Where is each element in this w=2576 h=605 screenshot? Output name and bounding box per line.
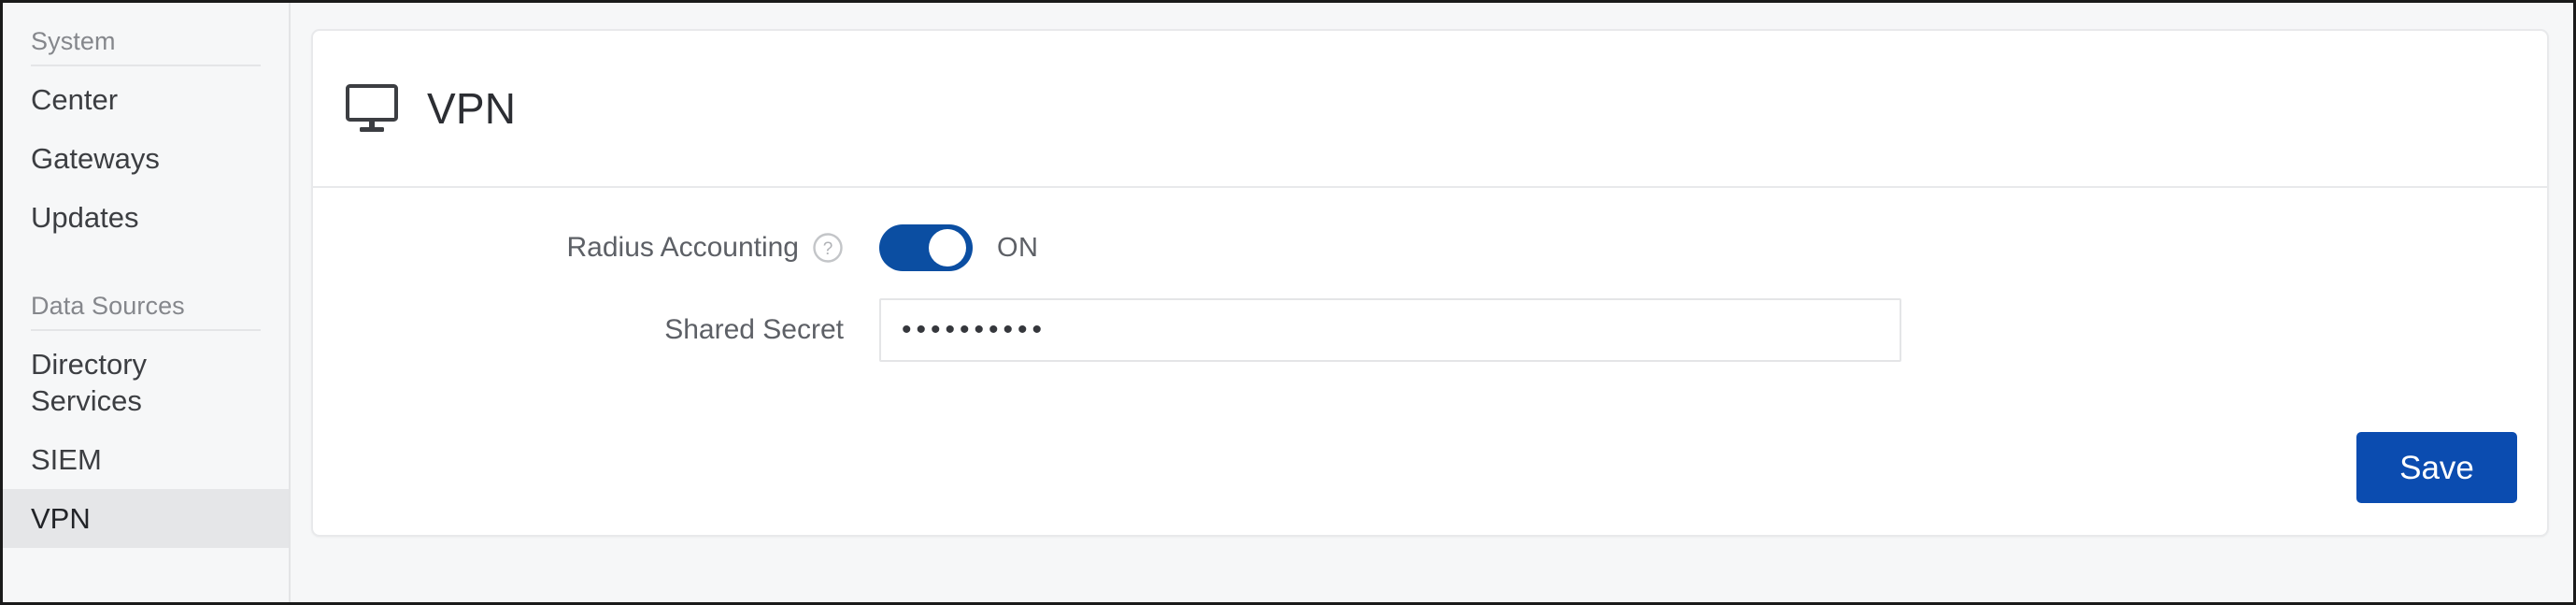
radius-accounting-row: Radius Accounting ? ON [313,188,2547,281]
card-footer: Save [2356,432,2517,503]
vpn-settings-card: VPN Radius Accounting ? ON Shared Secret… [311,29,2549,537]
sidebar-item-directory-services[interactable]: Directory Services [3,335,289,430]
sidebar-item-vpn[interactable]: VPN [3,489,289,549]
radius-accounting-label-group: Radius Accounting ? [313,231,879,265]
main-content-area: VPN Radius Accounting ? ON Shared Secret… [291,3,2573,602]
shared-secret-masked-value: •••••••••• [902,314,1047,345]
save-button[interactable]: Save [2356,432,2517,503]
shared-secret-row: Shared Secret •••••••••• [313,281,2547,379]
sidebar-section-header-system: System [31,27,261,67]
help-circle-icon[interactable]: ? [812,232,844,264]
sidebar-section-data-sources-items: Directory Services SIEM VPN [3,335,289,549]
application-window: System Center Gateways Updates Data Sour… [0,0,2576,605]
sidebar-section-header-data-sources: Data Sources [31,292,261,332]
sidebar-item-updates[interactable]: Updates [3,188,289,247]
radius-accounting-toggle[interactable] [879,224,973,271]
toggle-state-label: ON [997,232,1039,263]
svg-text:?: ? [823,239,833,259]
sidebar-navigation: System Center Gateways Updates Data Sour… [3,3,291,602]
card-body: Radius Accounting ? ON Shared Secret •••… [313,188,2547,535]
sidebar-item-siem[interactable]: SIEM [3,430,289,489]
shared-secret-label: Shared Secret [664,314,844,345]
shared-secret-control: •••••••••• [879,298,1901,362]
card-header: VPN [313,31,2547,188]
sidebar-item-center[interactable]: Center [3,70,289,129]
radius-accounting-control: ON [879,224,1038,271]
monitor-icon [343,83,401,134]
page-title: VPN [427,84,517,133]
sidebar-item-gateways[interactable]: Gateways [3,129,289,188]
sidebar-section-system-items: Center Gateways Updates [3,70,289,247]
toggle-knob [929,229,966,266]
radius-accounting-label: Radius Accounting [566,232,800,263]
shared-secret-input[interactable]: •••••••••• [879,298,1901,362]
